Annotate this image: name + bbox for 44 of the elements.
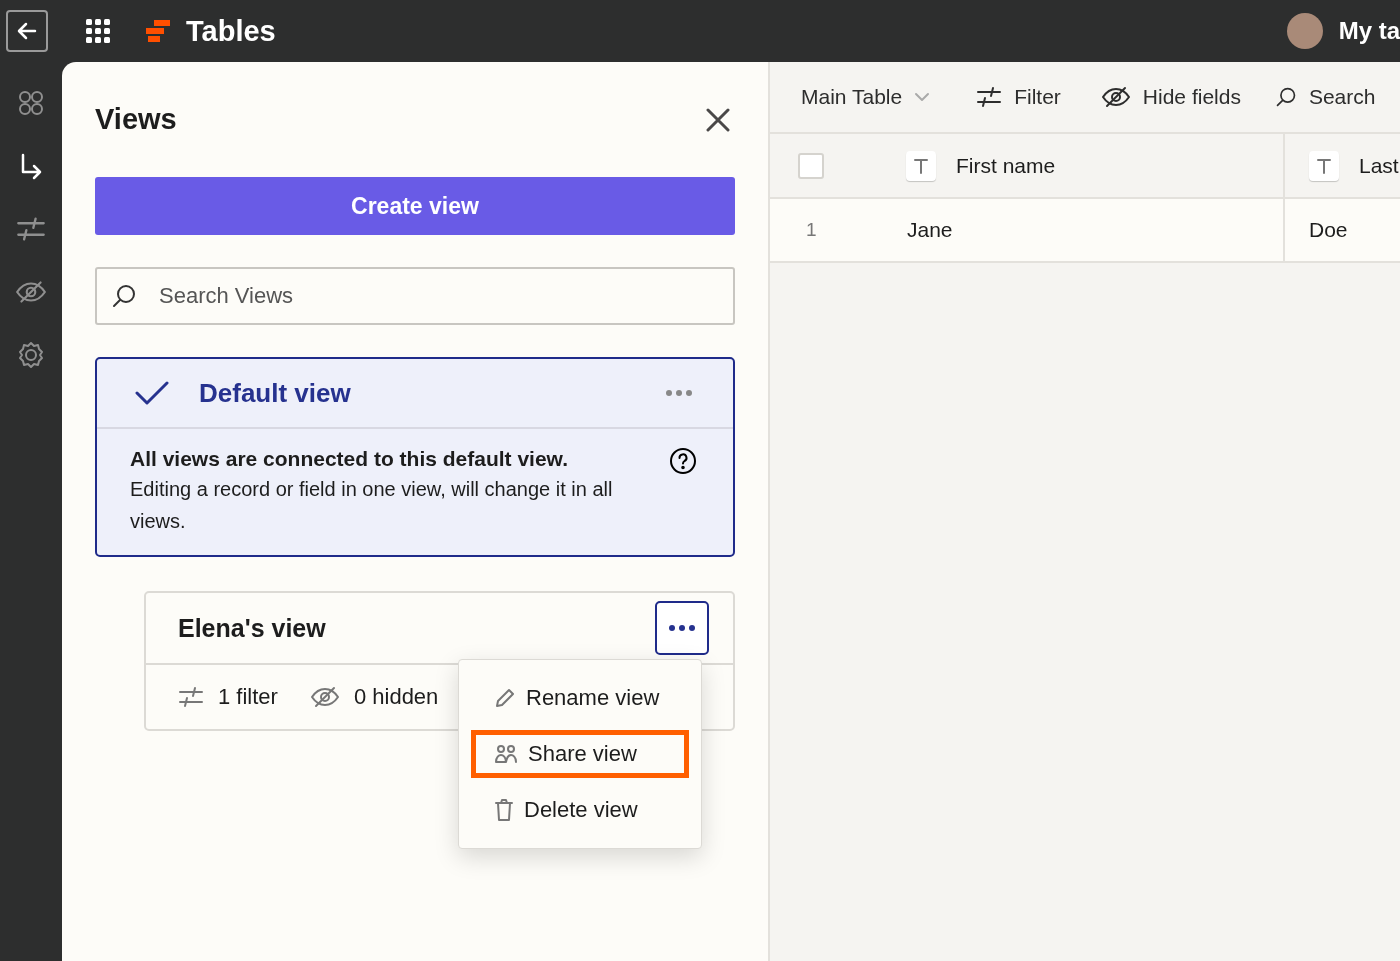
people-icon: [494, 743, 518, 765]
filter-button[interactable]: Filter: [976, 85, 1061, 109]
help-icon[interactable]: [669, 447, 697, 475]
create-view-button[interactable]: Create view: [95, 177, 735, 235]
avatar[interactable]: [1286, 13, 1323, 49]
eye-off-icon: [1100, 86, 1131, 108]
view-name: Elena's view: [178, 613, 326, 643]
view-name: Default view: [199, 377, 352, 409]
more-button[interactable]: [655, 601, 709, 655]
text-type-icon: [906, 150, 936, 181]
back-button[interactable]: [6, 10, 48, 52]
column-header[interactable]: First name: [880, 134, 1285, 197]
filter-count: 1 filter: [218, 684, 278, 710]
table-cell: Doe: [1285, 199, 1400, 261]
hidden-count: 0 hidden: [353, 684, 439, 710]
filter-icon: [976, 86, 1003, 108]
table-cell: Jane: [898, 199, 1285, 261]
search-field[interactable]: Search Views: [95, 267, 735, 325]
column-header[interactable]: Last: [1285, 134, 1400, 197]
text-type-icon: [1309, 150, 1339, 181]
search-icon: [111, 283, 137, 309]
menu-item[interactable]: Delete view: [471, 786, 689, 834]
search-icon: [1274, 86, 1297, 108]
filter-icon: [178, 686, 204, 708]
check-icon: [135, 381, 169, 405]
menu-item[interactable]: Rename view: [471, 674, 689, 722]
trash-icon: [494, 798, 514, 822]
menu-item[interactable]: Share view: [471, 730, 689, 778]
table-selector[interactable]: Main Table: [801, 85, 931, 109]
search-button[interactable]: Search: [1274, 85, 1376, 109]
panel-title: Views: [95, 103, 177, 136]
pencil-icon: [494, 687, 516, 709]
user-menu[interactable]: My ta: [1338, 17, 1400, 45]
eye-off-icon: [309, 686, 340, 708]
chevron-icon: [914, 92, 931, 102]
app-title: Tables: [186, 14, 276, 48]
logo-icon: [146, 20, 172, 42]
row-number: 1: [805, 218, 818, 242]
note-title: All views are connected to this default view.: [130, 447, 569, 471]
hide-fields-button[interactable]: Hide fields: [1100, 85, 1241, 109]
default-view-card[interactable]: Default view All views are connected to this default view. Editing a record or field in one view, will change it in all views.: [95, 357, 735, 557]
app-grid-icon[interactable]: [86, 19, 110, 43]
select-all-checkbox[interactable]: [798, 152, 824, 179]
note-text: Editing a record or field in one view, will change it in all views.: [130, 477, 614, 534]
